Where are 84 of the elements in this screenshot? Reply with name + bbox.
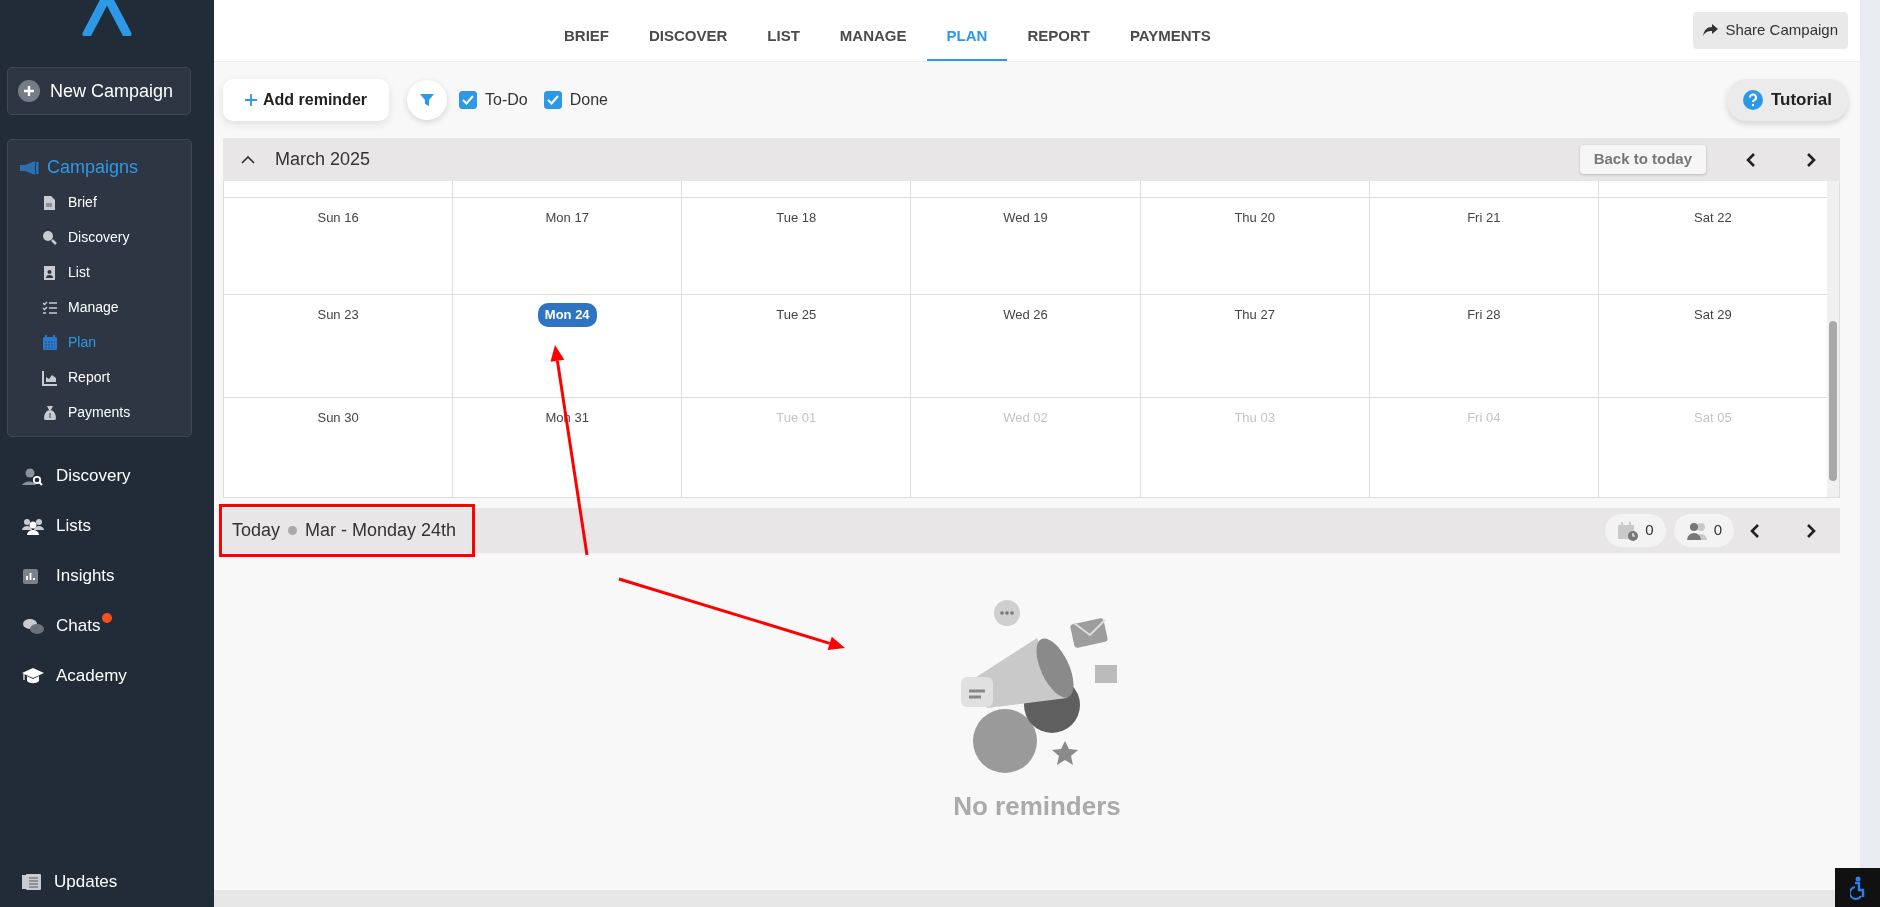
sidebar-subitem[interactable]: Brief xyxy=(19,185,191,220)
sidebar-item[interactable]: Lists xyxy=(7,501,207,551)
share-arrow-icon xyxy=(1703,23,1720,38)
reminders-count[interactable]: 0 xyxy=(1605,514,1666,547)
sidebar-subitem[interactable]: Manage xyxy=(19,290,191,325)
tab[interactable]: DISCOVER xyxy=(629,0,748,61)
day-label: Tue 25 xyxy=(776,306,817,324)
chevron-right-icon xyxy=(1806,152,1816,167)
day-label: Mon 24 xyxy=(537,303,597,327)
back-to-today-button[interactable]: Back to today xyxy=(1579,145,1706,174)
day-label: Tue 01 xyxy=(776,409,817,427)
month-title: March 2025 xyxy=(275,148,371,171)
sidebar-subitem[interactable]: Payments xyxy=(19,395,191,430)
day-label: Wed 02 xyxy=(1003,409,1048,427)
magnifier-icon xyxy=(42,229,58,246)
calendar-clock-icon xyxy=(1617,520,1640,541)
tab[interactable]: PAYMENTS xyxy=(1109,0,1231,61)
day-label: Sun 16 xyxy=(317,209,359,227)
checkbox-label: Done xyxy=(569,90,608,110)
chevron-left-icon xyxy=(1746,152,1756,167)
checklist-icon xyxy=(42,299,58,316)
day-label: Mon 17 xyxy=(545,209,589,227)
users-icon xyxy=(22,516,44,536)
accessibility-icon xyxy=(1849,875,1866,900)
sidebar-item[interactable]: Academy xyxy=(7,651,207,701)
day-label: Wed 19 xyxy=(1003,209,1048,227)
add-reminder-button[interactable]: Add reminder xyxy=(223,79,389,121)
scrollbar-thumb[interactable] xyxy=(1829,321,1837,481)
checkbox[interactable] xyxy=(459,91,477,109)
megaphone-icon xyxy=(19,159,39,176)
newspaper-icon xyxy=(22,873,42,891)
day-label: Wed 26 xyxy=(1003,306,1048,324)
chevron-left-icon xyxy=(1750,523,1760,538)
day-label: Fri 04 xyxy=(1467,409,1501,427)
area-chart-icon xyxy=(42,369,58,386)
filter-icon xyxy=(419,92,435,108)
people-count[interactable]: 0 xyxy=(1673,514,1734,547)
checkbox[interactable] xyxy=(543,91,562,109)
chat-bubbles-icon xyxy=(22,616,44,636)
day-label: Fri 21 xyxy=(1467,209,1501,227)
status-dot xyxy=(288,526,298,535)
checkbox-label: To-Do xyxy=(485,90,528,110)
money-bag-icon xyxy=(42,404,58,421)
plus-icon xyxy=(18,80,40,102)
filter-button[interactable] xyxy=(407,80,447,120)
sidebar-subitem[interactable]: List xyxy=(19,255,191,290)
tutorial-button[interactable]: Tutorial xyxy=(1726,79,1848,121)
campaigns-header[interactable]: Campaigns xyxy=(19,154,191,181)
new-campaign-button[interactable]: New Campaign xyxy=(7,67,191,115)
day-label: Thu 20 xyxy=(1234,209,1275,227)
share-campaign-button[interactable]: Share Campaign xyxy=(1693,12,1848,49)
sidebar-subitem[interactable]: Plan xyxy=(19,325,191,360)
date-label: Mar - Monday 24th xyxy=(305,519,457,542)
day-label: Sun 30 xyxy=(317,409,359,427)
contact-card-icon xyxy=(42,264,58,281)
tab[interactable]: REPORT xyxy=(1007,0,1110,61)
day-label: Thu 03 xyxy=(1234,409,1275,427)
accessibility-button[interactable] xyxy=(1835,868,1880,907)
user-search-icon xyxy=(22,466,44,486)
day-label: Sun 23 xyxy=(317,306,359,324)
calendar-icon xyxy=(42,334,58,351)
sidebar-subitem[interactable]: Report xyxy=(19,360,191,395)
tab[interactable]: BRIEF xyxy=(544,0,629,61)
graduation-cap-icon xyxy=(22,666,44,686)
day-label: Fri 28 xyxy=(1467,306,1501,324)
sidebar-item[interactable]: Insights xyxy=(7,551,207,601)
sidebar-item[interactable]: Chats xyxy=(7,601,207,651)
sidebar-subitem[interactable]: Discovery xyxy=(19,220,191,255)
tab[interactable]: MANAGE xyxy=(819,0,927,61)
users-icon xyxy=(1685,521,1708,540)
sidebar-item[interactable]: Discovery xyxy=(7,451,207,501)
day-label: Thu 27 xyxy=(1234,306,1275,324)
plus-icon xyxy=(245,94,257,106)
empty-state-text: No reminders xyxy=(953,790,1121,823)
today-label: Today xyxy=(232,519,281,542)
day-label: Sat 22 xyxy=(1694,209,1732,227)
day-label: Sat 05 xyxy=(1694,409,1732,427)
sidebar-item[interactable]: Updates xyxy=(7,857,207,907)
day-label: Sat 29 xyxy=(1694,306,1732,324)
chevron-right-icon xyxy=(1806,523,1816,538)
help-icon xyxy=(1742,90,1763,110)
document-icon xyxy=(42,194,58,211)
day-label: Tue 18 xyxy=(776,209,817,227)
tab[interactable]: LIST xyxy=(747,0,820,61)
